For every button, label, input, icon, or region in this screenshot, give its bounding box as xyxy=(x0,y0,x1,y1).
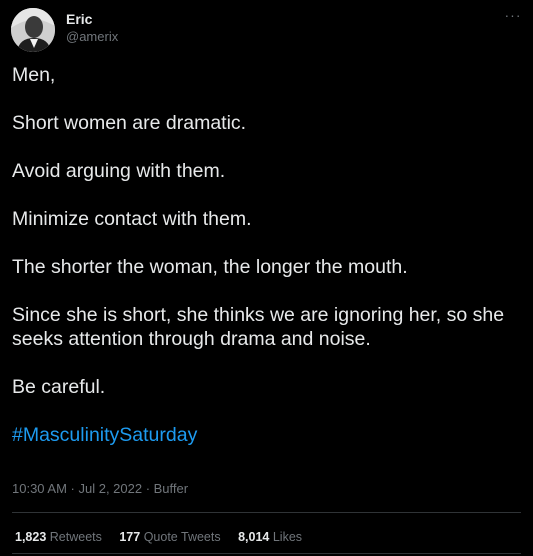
quote-tweets-label: Quote Tweets xyxy=(143,530,221,544)
tweet-paragraph: Short women are dramatic. xyxy=(12,112,247,134)
tweet-paragraph: Avoid arguing with them. xyxy=(12,160,226,182)
divider xyxy=(12,512,521,513)
likes-stat[interactable]: 8,014 Likes xyxy=(238,530,302,544)
tweet-paragraph: Minimize contact with them. xyxy=(12,208,252,230)
likes-label: Likes xyxy=(272,530,303,544)
tweet-timestamp[interactable]: 10:30 AM · Jul 2, 2022 · Buffer xyxy=(12,481,188,497)
quote-tweets-stat[interactable]: 177 Quote Tweets xyxy=(119,530,220,544)
retweets-label: Retweets xyxy=(49,530,102,544)
author-handle[interactable]: @amerix xyxy=(66,28,118,45)
avatar[interactable] xyxy=(11,8,55,52)
author-block: Eric @amerix xyxy=(66,11,118,45)
tweet-paragraph: Men, xyxy=(12,64,56,86)
tweet-header: Eric @amerix ··· xyxy=(11,8,523,52)
avatar-image xyxy=(11,8,55,52)
author-display-name[interactable]: Eric xyxy=(66,11,118,28)
engagement-stats: 1,823 Retweets 177 Quote Tweets 8,014 Li… xyxy=(15,529,316,545)
retweets-stat[interactable]: 1,823 Retweets xyxy=(15,530,102,544)
tweet-paragraph: Be careful. xyxy=(12,376,106,398)
tweet-paragraph: Since she is short, she thinks we are ig… xyxy=(12,304,505,350)
retweets-count: 1,823 xyxy=(15,530,47,544)
hashtag-link[interactable]: #MasculinitySaturday xyxy=(12,423,517,447)
divider xyxy=(12,553,521,554)
quote-tweets-count: 177 xyxy=(119,530,141,544)
tweet-paragraph: The shorter the woman, the longer the mo… xyxy=(12,256,408,278)
more-horizontal-icon[interactable]: ··· xyxy=(503,8,523,24)
likes-count: 8,014 xyxy=(238,530,270,544)
tweet-text: Men, Short women are dramatic. Avoid arg… xyxy=(12,63,517,447)
